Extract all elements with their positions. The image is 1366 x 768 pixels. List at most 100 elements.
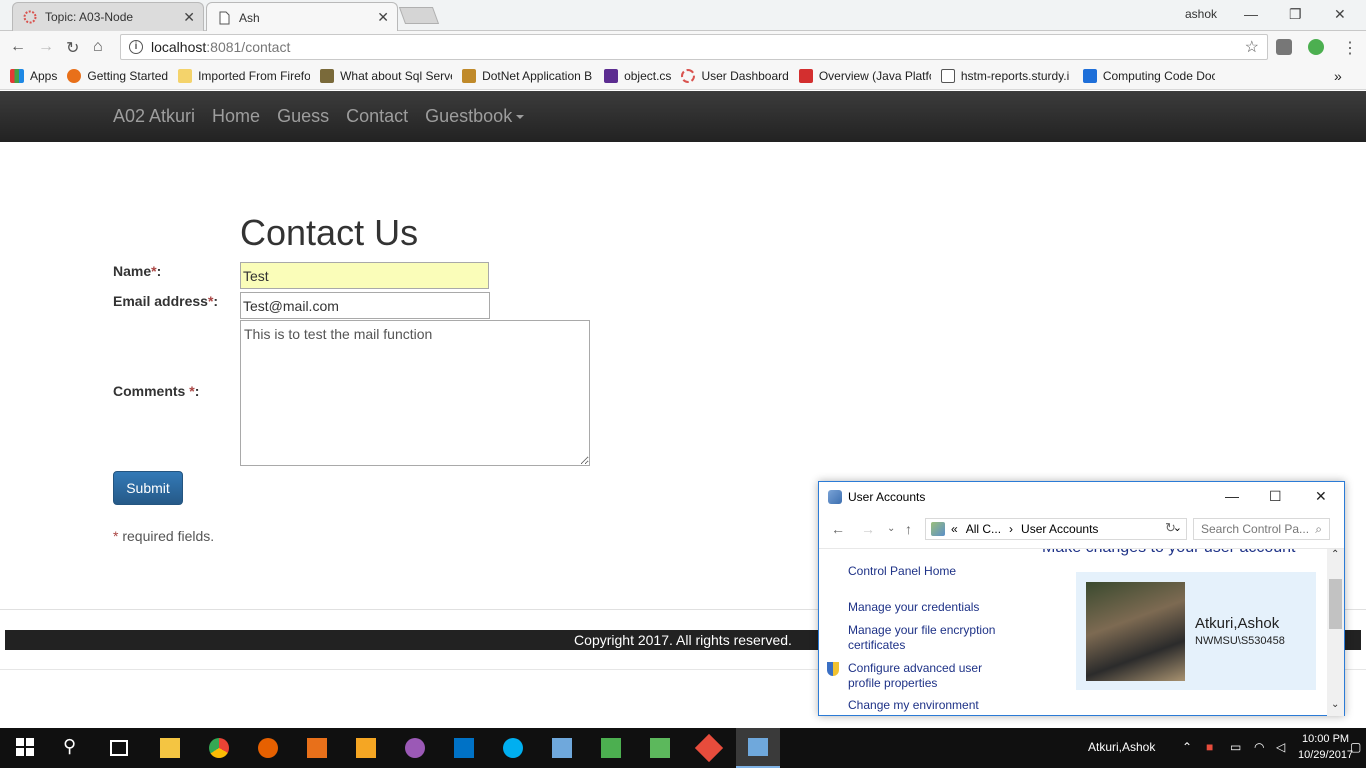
profile-name[interactable]: ashok bbox=[1185, 7, 1217, 21]
back-icon[interactable]: ← bbox=[831, 521, 845, 537]
bookmark-sql[interactable]: What about Sql Serve bbox=[320, 66, 452, 86]
nav-home[interactable]: Home bbox=[212, 106, 260, 127]
firefox-icon[interactable] bbox=[258, 738, 278, 758]
close-icon[interactable]: ✕ bbox=[1315, 488, 1327, 505]
path-current[interactable]: User Accounts bbox=[1021, 522, 1098, 536]
sql-icon bbox=[320, 69, 335, 83]
vertical-scrollbar[interactable]: ⌃ ⌄ bbox=[1327, 549, 1344, 716]
window-titlebar[interactable]: User Accounts — ☐ ✕ bbox=[819, 482, 1344, 512]
comments-textarea[interactable]: This is to test the mail function bbox=[240, 320, 590, 466]
nav-guess[interactable]: Guess bbox=[277, 106, 329, 127]
system-clock[interactable]: 10:00 PM 10/29/2017 bbox=[1298, 731, 1353, 763]
bookmark-dotnet[interactable]: DotNet Application B bbox=[462, 66, 594, 86]
bookmark-label: Imported From Firefo bbox=[198, 69, 311, 83]
new-tab-button[interactable] bbox=[398, 7, 440, 24]
skype-icon[interactable] bbox=[503, 738, 523, 758]
brand-link[interactable]: A02 Atkuri bbox=[113, 106, 195, 127]
menu-icon[interactable]: ⋮ bbox=[1342, 38, 1358, 58]
tray-chevron-up-icon[interactable]: ⌃ bbox=[1182, 740, 1192, 754]
link-file-encryption[interactable]: Manage your file encryption certificates bbox=[848, 623, 1018, 653]
path-parent[interactable]: All C... bbox=[966, 522, 1001, 536]
volume-icon[interactable]: ◁ bbox=[1276, 740, 1285, 754]
minimize-icon[interactable]: — bbox=[1244, 6, 1258, 22]
bookmark-hstm-reports[interactable]: hstm-reports.sturdy.i bbox=[940, 66, 1073, 86]
power-extension-icon[interactable] bbox=[1308, 39, 1324, 55]
oracle-icon bbox=[798, 69, 813, 83]
link-change-environment[interactable]: Change my environment bbox=[848, 698, 979, 713]
taskbar-user[interactable]: Atkuri,Ashok bbox=[1088, 740, 1155, 754]
bookmark-apps[interactable]: Apps bbox=[10, 66, 57, 86]
extension-icon[interactable] bbox=[1276, 39, 1292, 55]
bookmark-getting-started[interactable]: Getting Started bbox=[67, 66, 168, 86]
search-placeholder: Search Control Pa... bbox=[1201, 522, 1310, 536]
xampp-icon[interactable] bbox=[307, 738, 327, 758]
action-center-icon[interactable]: ▢ bbox=[1350, 740, 1361, 754]
submit-button[interactable]: Submit bbox=[113, 471, 183, 505]
restore-icon[interactable]: ❐ bbox=[1289, 6, 1302, 23]
close-window-icon[interactable]: ✕ bbox=[1334, 6, 1346, 23]
tab-topic-a03-node[interactable]: Topic: A03-Node ✕ bbox=[12, 2, 204, 31]
task-view-icon[interactable] bbox=[110, 740, 128, 756]
minimize-icon[interactable]: — bbox=[1225, 488, 1239, 504]
scrollbar-thumb[interactable] bbox=[1329, 579, 1342, 629]
media-player-icon[interactable] bbox=[650, 738, 670, 758]
explorer-address-row: ← → ⌄ ↑ « All C... › User Accounts ⌄ ↻ S… bbox=[819, 514, 1344, 544]
reload-icon[interactable]: ↻ bbox=[66, 38, 79, 58]
bookmark-computing-code[interactable]: Computing Code Doc bbox=[1082, 66, 1215, 86]
bookmark-object-cs[interactable]: object.cs bbox=[604, 66, 671, 86]
forward-icon[interactable]: → bbox=[38, 38, 54, 56]
back-icon[interactable]: ← bbox=[10, 38, 26, 56]
name-input[interactable] bbox=[240, 262, 489, 289]
section-heading: Make changes to your user account bbox=[1042, 549, 1295, 557]
bookmark-star-icon[interactable]: ☆ bbox=[1245, 37, 1259, 57]
chrome-icon[interactable] bbox=[209, 738, 229, 758]
sublime-text-icon[interactable] bbox=[356, 738, 376, 758]
page-title: Contact Us bbox=[240, 212, 419, 253]
site-navbar: A02 Atkuri Home Guess Contact Guestbook bbox=[0, 91, 1366, 142]
git-icon[interactable] bbox=[694, 733, 724, 763]
search-input[interactable]: Search Control Pa... ⌕ bbox=[1193, 518, 1330, 540]
wifi-icon[interactable]: ◠ bbox=[1254, 740, 1264, 754]
url-host: localhost bbox=[151, 39, 207, 55]
search-icon[interactable]: ⚲ bbox=[63, 736, 83, 756]
virtualbox-icon[interactable] bbox=[552, 738, 572, 758]
tab-ash[interactable]: Ash ✕ bbox=[206, 2, 398, 32]
forward-icon[interactable]: → bbox=[861, 521, 875, 537]
up-icon[interactable]: ↑ bbox=[905, 521, 912, 537]
scroll-down-icon[interactable]: ⌄ bbox=[1331, 699, 1339, 710]
address-bar[interactable]: i localhost:8081/contact ☆ bbox=[120, 34, 1268, 60]
battery-icon[interactable]: ▭ bbox=[1230, 740, 1241, 754]
bookmark-user-dashboard[interactable]: User Dashboard bbox=[681, 66, 789, 86]
nav-contact[interactable]: Contact bbox=[346, 106, 408, 127]
search-icon: ⌕ bbox=[1315, 521, 1322, 536]
link-control-panel-home[interactable]: Control Panel Home bbox=[848, 564, 956, 579]
notepad-plus-plus-icon[interactable] bbox=[601, 738, 621, 758]
browser-toolbar: ← → ↻ ⌂ i localhost:8081/contact ☆ ⋮ bbox=[0, 31, 1366, 63]
chevron-down-icon[interactable]: ⌄ bbox=[887, 523, 895, 534]
close-tab-icon[interactable]: ✕ bbox=[183, 9, 195, 26]
close-tab-icon[interactable]: ✕ bbox=[377, 9, 389, 26]
uac-shield-icon bbox=[827, 662, 839, 676]
topic-favicon-icon bbox=[23, 10, 37, 24]
nav-guestbook[interactable]: Guestbook bbox=[425, 106, 525, 127]
refresh-icon[interactable]: ↻ bbox=[1165, 520, 1176, 536]
windows-start-icon[interactable] bbox=[16, 738, 36, 758]
home-icon[interactable]: ⌂ bbox=[93, 38, 103, 56]
folder-icon bbox=[178, 69, 193, 83]
file-explorer-icon[interactable] bbox=[160, 738, 180, 758]
explorer-address-bar[interactable]: « All C... › User Accounts ⌄ bbox=[925, 518, 1187, 540]
scroll-up-icon[interactable]: ⌃ bbox=[1331, 549, 1339, 560]
outlook-icon[interactable] bbox=[454, 738, 474, 758]
user-account-id: NWMSU\S530458 bbox=[1195, 635, 1285, 647]
taskbar-active-app[interactable] bbox=[736, 728, 780, 768]
maximize-icon[interactable]: ☐ bbox=[1269, 488, 1282, 505]
notification-app-icon[interactable]: ■ bbox=[1206, 740, 1213, 754]
bookmarks-overflow-icon[interactable]: » bbox=[1334, 68, 1342, 84]
link-advanced-profile[interactable]: Configure advanced user profile properti… bbox=[848, 661, 998, 691]
link-manage-credentials[interactable]: Manage your credentials bbox=[848, 600, 979, 615]
github-desktop-icon[interactable] bbox=[405, 738, 425, 758]
bookmark-imported[interactable]: Imported From Firefo bbox=[178, 66, 310, 86]
info-icon[interactable]: i bbox=[129, 40, 143, 54]
bookmark-java-overview[interactable]: Overview (Java Platfo bbox=[798, 66, 931, 86]
email-input[interactable] bbox=[240, 292, 490, 319]
